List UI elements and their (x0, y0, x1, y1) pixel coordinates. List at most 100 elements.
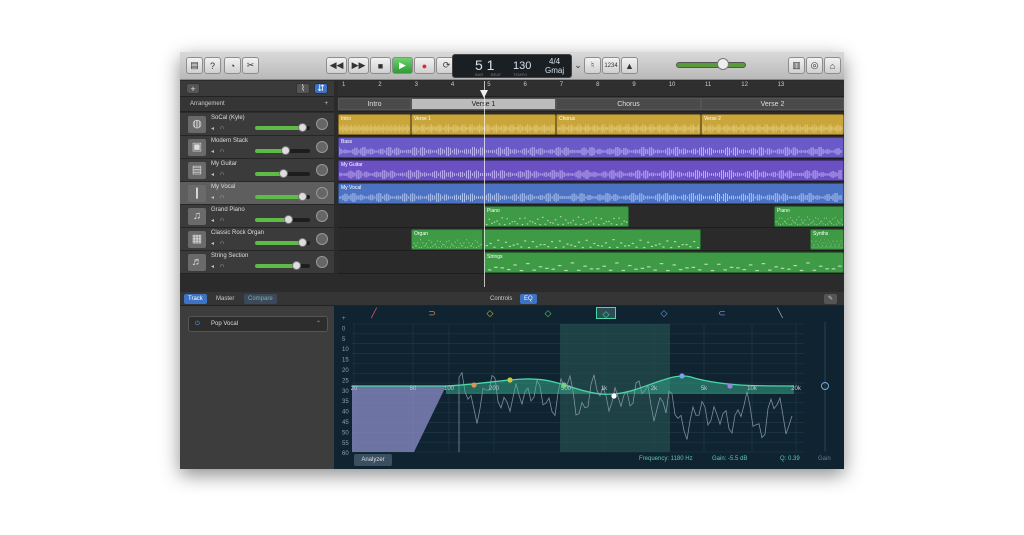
track-header[interactable]: ♫ Grand Piano ◂ ∩ (180, 205, 334, 228)
headphones-icon[interactable]: ∩ (220, 240, 224, 246)
mute-icon[interactable]: ◂ (211, 194, 214, 201)
volume-knob[interactable] (278, 169, 288, 178)
track-header[interactable]: ❙ My Vocal ◂ ∩ (180, 182, 334, 205)
pan-knob[interactable] (316, 256, 328, 268)
pan-knob[interactable] (316, 187, 328, 199)
lcd-menu-button[interactable]: ⌄ (574, 57, 582, 74)
headphones-icon[interactable]: ∩ (220, 217, 224, 223)
arrangement-marker[interactable]: Intro (338, 98, 411, 110)
region[interactable] (483, 229, 701, 250)
track-lane[interactable]: My Vocal (338, 182, 844, 205)
media-browser-button[interactable]: ⌂ (824, 57, 841, 74)
smart-tempo-button[interactable]: ⇵ (314, 83, 328, 94)
track-volume-slider[interactable] (255, 261, 310, 270)
track-header[interactable]: ▤ My Guitar ◂ ∩ (180, 159, 334, 182)
mute-icon[interactable]: ◂ (211, 217, 214, 224)
metronome-button[interactable]: ▲ (621, 57, 638, 74)
mute-icon[interactable]: ◂ (211, 171, 214, 178)
volume-knob[interactable] (297, 238, 307, 247)
automation-button[interactable]: ⌇ (296, 83, 310, 94)
track-lane[interactable]: Bass (338, 136, 844, 159)
master-volume-slider[interactable] (676, 62, 746, 68)
track-lane[interactable]: Piano Piano (338, 205, 844, 228)
track-volume-slider[interactable] (255, 169, 310, 178)
smart-controls-button[interactable]: ◔ (224, 57, 241, 74)
master-volume-knob[interactable] (717, 58, 729, 70)
lcd-display[interactable]: 5 1 BAR BEAT 130 TEMPO 4/4 Gmaj (452, 54, 572, 78)
mute-icon[interactable]: ◂ (211, 125, 214, 132)
loops-button[interactable]: ◎ (806, 57, 823, 74)
region[interactable]: Piano (484, 206, 629, 227)
volume-knob[interactable] (297, 192, 307, 201)
pan-knob[interactable] (316, 141, 328, 153)
track-lane[interactable]: Intro Verse 1 Chorus Verse 2 (338, 113, 844, 136)
help-button[interactable]: ? (204, 57, 221, 74)
track-header[interactable]: ◍ SoCal (Kyle) ◂ ∩ (180, 113, 334, 136)
pan-knob[interactable] (316, 164, 328, 176)
tuner-button[interactable]: ♮ (584, 57, 601, 74)
track-volume-slider[interactable] (255, 238, 310, 247)
editors-button[interactable]: ✂ (242, 57, 259, 74)
region[interactable]: Chorus (556, 114, 701, 135)
pan-knob[interactable] (316, 210, 328, 222)
eq-panel[interactable]: ╱ ⊃ ◇ ◇ ◇ ◇ ⊂ ╲ +0 5 10 15 20 25 30 35 40 45 50 55 6… (334, 306, 844, 469)
add-track-button[interactable]: + (186, 83, 200, 94)
eq-graph[interactable]: +05101520253035404550556020 50 100 200 500 1k… (334, 306, 844, 469)
volume-knob[interactable] (292, 261, 302, 270)
tab-controls[interactable]: Controls (486, 294, 516, 304)
headphones-icon[interactable]: ∩ (220, 171, 224, 177)
region[interactable]: Bass (338, 137, 844, 158)
headphones-icon[interactable]: ∩ (220, 148, 224, 154)
pan-knob[interactable] (316, 233, 328, 245)
track-header[interactable]: ▦ Classic Rock Organ ◂ ∩ (180, 228, 334, 251)
headphones-icon[interactable]: ∩ (220, 125, 224, 131)
volume-knob[interactable] (284, 215, 293, 224)
tab-eq[interactable]: EQ (520, 294, 537, 304)
count-in-button[interactable]: 1234 (602, 57, 620, 74)
mute-icon[interactable]: ◂ (211, 148, 214, 155)
track-lane[interactable]: My Guitar (338, 159, 844, 182)
headphones-icon[interactable]: ∩ (220, 194, 224, 200)
stop-button[interactable]: ■ (370, 57, 391, 74)
track-volume-slider[interactable] (255, 192, 310, 201)
timeline-ruler[interactable]: 1 2 3 4 5 6 7 8 9 10 11 12 13 (338, 81, 844, 97)
tab-compare[interactable]: Compare (244, 294, 277, 304)
region[interactable]: Strings (484, 252, 844, 273)
library-button[interactable]: ▤ (186, 57, 203, 74)
tab-master[interactable]: Master (212, 294, 238, 304)
preset-selector[interactable]: ⏻ Pop Vocal ⌃ (188, 316, 328, 332)
region[interactable]: Verse 2 (701, 114, 844, 135)
track-volume-slider[interactable] (255, 215, 310, 224)
region[interactable]: My Vocal (338, 183, 844, 204)
track-lane[interactable]: Strings (338, 251, 844, 274)
pan-knob[interactable] (316, 118, 328, 130)
arrangement-marker[interactable]: Chorus (556, 98, 701, 110)
volume-knob[interactable] (297, 123, 307, 132)
forward-button[interactable]: ▶▶ (348, 57, 369, 74)
tab-track[interactable]: Track (184, 294, 207, 304)
track-volume-slider[interactable] (255, 123, 310, 132)
arrangement-marker[interactable]: Verse 2 (701, 98, 844, 110)
edit-button[interactable]: ✎ (824, 294, 838, 304)
region[interactable]: Synths (810, 229, 844, 250)
add-section-icon[interactable]: + (324, 97, 328, 112)
track-volume-slider[interactable] (255, 146, 310, 155)
region[interactable]: Piano (774, 206, 844, 227)
volume-knob[interactable] (281, 146, 291, 155)
track-header[interactable]: ♬ String Section ◂ ∩ (180, 251, 334, 274)
analyzer-button[interactable]: Analyzer (354, 454, 392, 466)
mute-icon[interactable]: ◂ (211, 240, 214, 247)
notepad-button[interactable]: ▥ (788, 57, 805, 74)
track-lane[interactable]: Organ Synths (338, 228, 844, 251)
region[interactable]: My Guitar (338, 160, 844, 181)
record-button[interactable]: ● (414, 57, 435, 74)
mute-icon[interactable]: ◂ (211, 263, 214, 270)
region[interactable]: Organ (411, 229, 483, 250)
playhead[interactable] (484, 81, 485, 287)
rewind-button[interactable]: ◀◀ (326, 57, 347, 74)
headphones-icon[interactable]: ∩ (220, 263, 224, 269)
region[interactable]: Intro (338, 114, 411, 135)
play-button[interactable]: ▶ (392, 57, 413, 74)
track-header[interactable]: ▣ Modern Stack ◂ ∩ (180, 136, 334, 159)
power-icon[interactable]: ⏻ (195, 317, 200, 331)
